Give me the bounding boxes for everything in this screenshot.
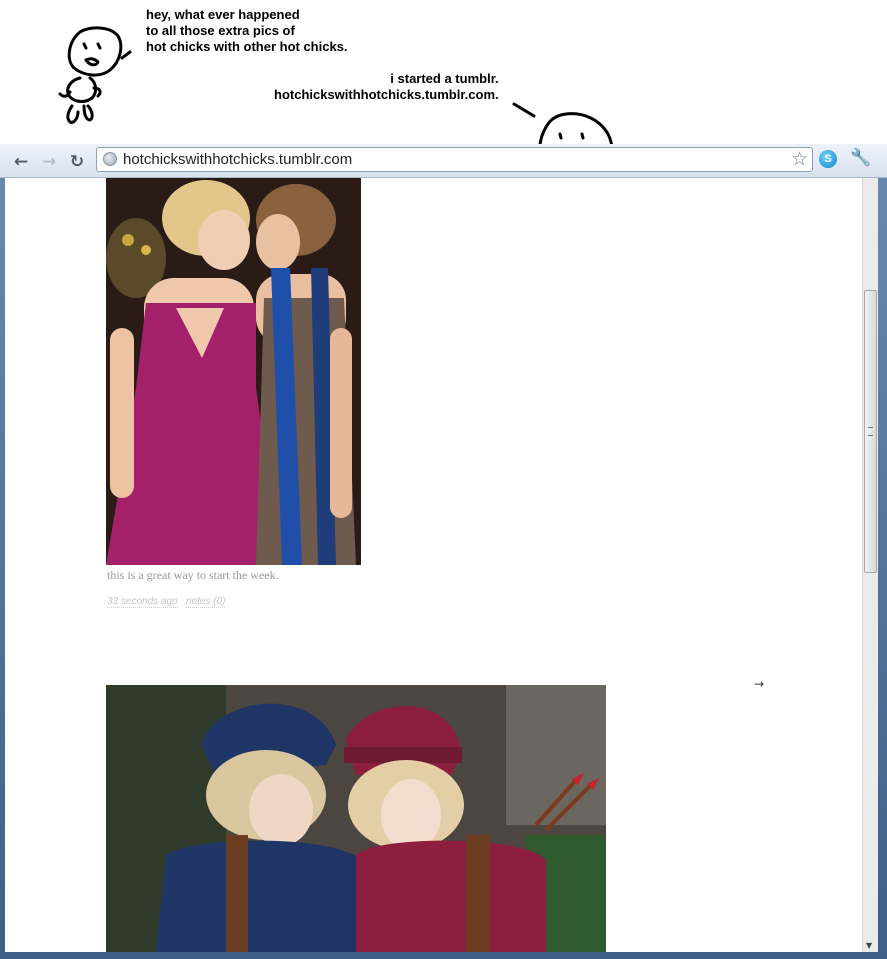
reload-icon: ↻ (69, 152, 85, 172)
forward-arrow-icon: → (41, 152, 57, 172)
post-photo-cosplay[interactable] (106, 685, 606, 952)
bookmark-star-icon[interactable]: ☆ (791, 148, 808, 170)
post-notes-link[interactable]: notes (0) (185, 596, 226, 608)
post-photo-event[interactable] (106, 178, 361, 565)
page-viewport: this is a great way to start the week. 3… (5, 178, 862, 952)
back-button[interactable]: ← (9, 150, 33, 174)
vertical-scrollbar[interactable]: ▼ (862, 178, 878, 952)
url-text[interactable]: hotchickswithhotchicks.tumblr.com (123, 151, 352, 168)
post-photo-cosplay-drawing (106, 685, 606, 952)
scrollbar-thumb[interactable] (864, 290, 877, 573)
scroll-down-arrow-icon[interactable]: ▼ (866, 941, 872, 950)
forward-button[interactable]: → (37, 150, 61, 174)
comic-caption-reply: i started a tumblr. hotchickswithhotchic… (274, 71, 499, 102)
reload-button[interactable]: ↻ (65, 150, 89, 174)
post-caption: this is a great way to start the week. (107, 568, 279, 582)
post-photo-event-drawing (106, 178, 361, 565)
scrollbar-grip (868, 427, 873, 436)
comic-caption-question: hey, what ever happened to all those ext… (146, 7, 348, 54)
globe-icon (103, 152, 117, 166)
stick-figure-left (58, 26, 132, 124)
post-timestamp-link[interactable]: 33 seconds ago (107, 596, 178, 608)
wrench-menu-icon[interactable]: 🔧 (850, 148, 871, 168)
skype-extension-icon[interactable]: S (819, 150, 837, 168)
next-page-arrow[interactable]: → (754, 677, 764, 691)
address-bar[interactable]: hotchickswithhotchicks.tumblr.com ☆ (96, 147, 813, 172)
post-meta: 33 seconds ago notes (0) (107, 596, 226, 608)
back-arrow-icon: ← (13, 152, 29, 172)
